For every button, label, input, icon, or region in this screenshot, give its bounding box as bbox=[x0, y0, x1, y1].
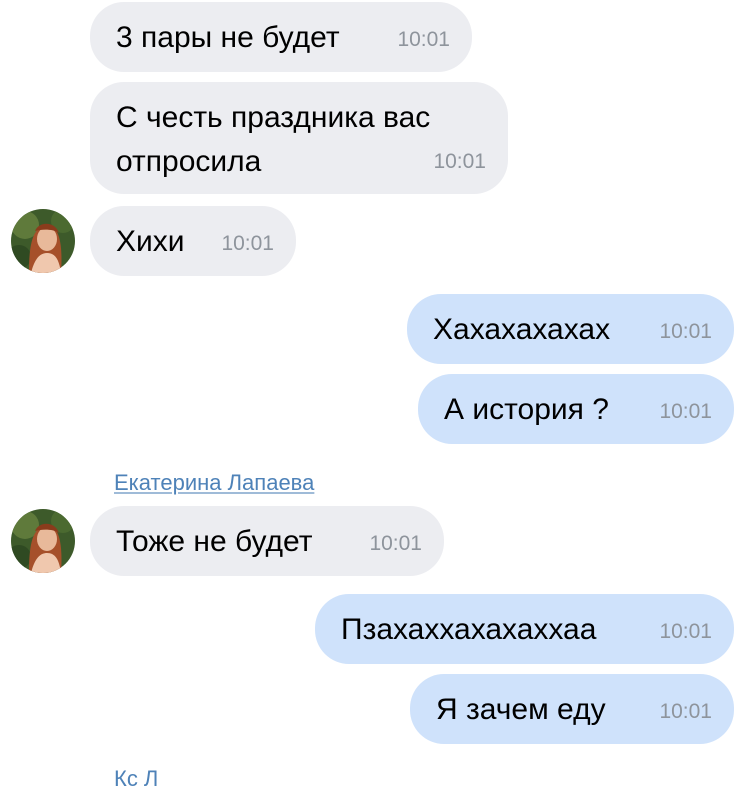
outgoing-message-bubble[interactable]: А история ? 10:01 bbox=[418, 374, 734, 444]
message-time: 10:01 bbox=[369, 532, 422, 555]
user-avatar-photo-icon bbox=[11, 509, 75, 573]
incoming-message-bubble[interactable]: Тоже не будет 10:01 bbox=[90, 506, 444, 576]
message-time: 10:01 bbox=[659, 620, 712, 643]
message-text: Я зачем еду bbox=[436, 693, 606, 726]
contact-avatar[interactable] bbox=[11, 509, 75, 573]
message-time: 10:01 bbox=[659, 700, 712, 723]
message-time: 10:01 bbox=[221, 232, 274, 255]
outgoing-message-bubble[interactable]: Хахахахахах 10:01 bbox=[407, 294, 734, 364]
message-text: Пзахаххахахаххаа bbox=[341, 613, 597, 646]
outgoing-message-bubble[interactable]: Я зачем еду 10:01 bbox=[410, 674, 734, 744]
message-text: 3 пары не будет bbox=[116, 21, 340, 54]
incoming-message-bubble[interactable]: С честь праздника вас отпросила 10:01 bbox=[90, 82, 508, 194]
message-text: С честь праздника вас отпросила bbox=[116, 101, 431, 178]
outgoing-message-bubble[interactable]: Пзахаххахахаххаа 10:01 bbox=[315, 594, 734, 664]
message-time: 10:01 bbox=[433, 150, 486, 173]
message-text: Хихи bbox=[116, 225, 185, 258]
sender-name-link[interactable]: Екатерина Лапаева bbox=[114, 470, 314, 496]
message-time: 10:01 bbox=[659, 400, 712, 423]
message-time: 10:01 bbox=[659, 320, 712, 343]
message-text: Тоже не будет bbox=[116, 525, 313, 558]
user-avatar-photo-icon bbox=[11, 209, 75, 273]
incoming-message-bubble[interactable]: Хихи 10:01 bbox=[90, 206, 296, 276]
message-time: 10:01 bbox=[397, 28, 450, 51]
message-text: А история ? bbox=[444, 393, 609, 426]
sender-name-link[interactable]: Кс Л bbox=[114, 766, 158, 792]
contact-avatar[interactable] bbox=[11, 209, 75, 273]
incoming-message-bubble[interactable]: 3 пары не будет 10:01 bbox=[90, 2, 472, 72]
message-text: Хахахахахах bbox=[433, 313, 611, 346]
